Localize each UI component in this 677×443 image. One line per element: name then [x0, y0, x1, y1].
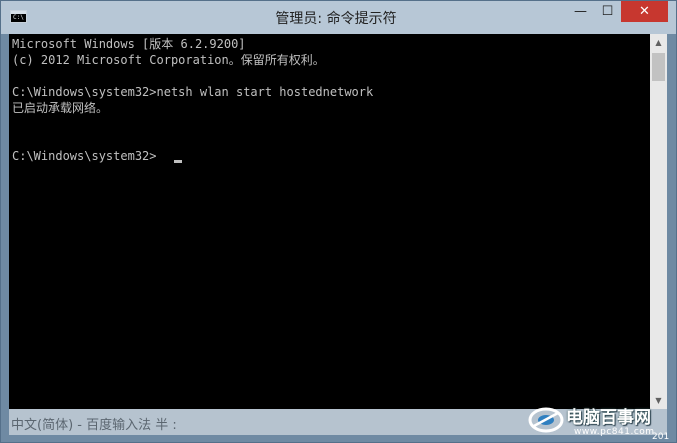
vertical-scrollbar[interactable]: ▲ ▼: [650, 34, 667, 409]
scroll-up-button[interactable]: ▲: [650, 34, 667, 51]
console-line: 已启动承载网络。: [12, 101, 109, 115]
minimize-button[interactable]: —: [567, 1, 594, 22]
watermark-logo-icon: [528, 407, 564, 433]
console-line: Microsoft Windows [版本 6.2.9200]: [12, 37, 246, 51]
watermark-url: www.pc841.com: [574, 427, 655, 437]
close-icon: ✕: [639, 4, 650, 19]
cmd-app-icon[interactable]: C:\: [10, 10, 27, 23]
maximize-button[interactable]: ☐: [594, 1, 621, 22]
window-title: 管理员: 命令提示符: [275, 11, 397, 27]
scrollbar-thumb[interactable]: [652, 53, 665, 81]
watermark-brand: 电脑百事网: [566, 408, 651, 428]
chevron-up-icon: ▲: [655, 38, 662, 47]
console-output[interactable]: Microsoft Windows [版本 6.2.9200] (c) 2012…: [9, 34, 650, 409]
cmd-window: C:\ 管理员: 命令提示符 — ☐ ✕ Microsoft Windows […: [0, 0, 677, 443]
watermark: 电脑百事网 www.pc841.com 201: [528, 403, 676, 443]
watermark-year: 201: [652, 432, 670, 442]
close-button[interactable]: ✕: [621, 1, 668, 22]
ime-status-text: 中文(简体) - 百度输入法 半 :: [11, 418, 177, 433]
text-cursor: [174, 160, 182, 163]
cmd-app-icon-text: C:\: [13, 14, 24, 21]
console-line: C:\Windows\system32>netsh wlan start hos…: [12, 85, 374, 99]
console-line: (c) 2012 Microsoft Corporation。保留所有权利。: [12, 53, 325, 67]
title-bar[interactable]: C:\ 管理员: 命令提示符 — ☐ ✕: [1, 1, 676, 34]
maximize-icon: ☐: [601, 4, 614, 19]
minimize-icon: —: [574, 4, 587, 19]
console-prompt: C:\Windows\system32>: [12, 149, 157, 163]
